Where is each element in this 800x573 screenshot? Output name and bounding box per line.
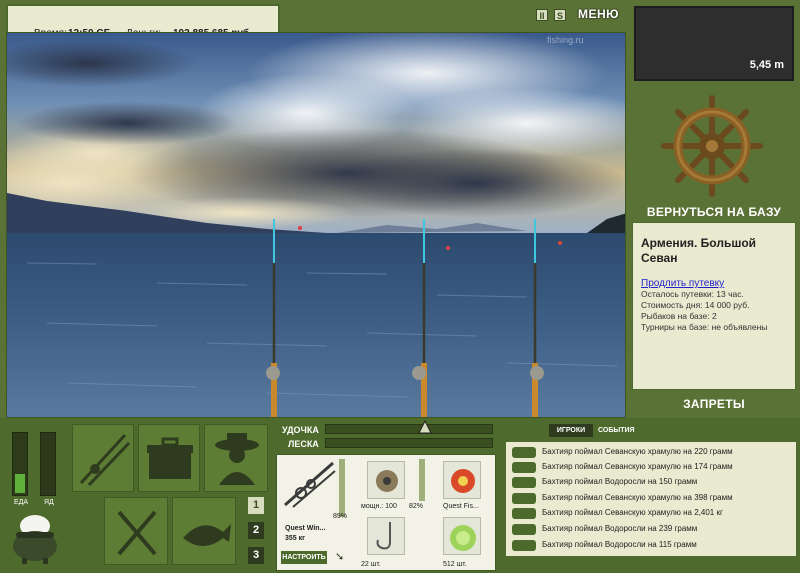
fishing-scene[interactable]: fishing.ru xyxy=(6,32,626,418)
angler-slot[interactable] xyxy=(204,424,268,492)
rod-set-icon xyxy=(79,433,131,487)
watermark: fishing.ru xyxy=(547,35,584,45)
setup-button[interactable]: НАСТРОИТЬ xyxy=(281,551,327,564)
sound-button[interactable]: S xyxy=(554,9,566,21)
lettuce-icon xyxy=(450,525,476,551)
fish-log-icon xyxy=(512,462,536,473)
rod-condition-bar xyxy=(339,459,345,517)
poison-meter xyxy=(40,432,56,496)
rod-percent: 89% xyxy=(333,513,348,520)
tackle-box-slot[interactable] xyxy=(138,424,200,492)
log-entry: Бахтияр поймал Севанскую храмулю на 2,40… xyxy=(510,506,792,521)
log-text: Бахтияр поймал Водоросли на 115 грамм xyxy=(542,540,697,549)
fork-knife-icon xyxy=(117,510,157,556)
bait-count: 512 шт. xyxy=(443,561,467,568)
line-thumb[interactable] xyxy=(443,461,481,499)
rod-reel-icon xyxy=(284,461,336,508)
log-text: Бахтияр поймал Севанскую храмулю на 174 … xyxy=(542,462,733,471)
hook-icon xyxy=(376,522,391,550)
food-level xyxy=(15,474,25,493)
log-entry: Бахтияр поймал Севанскую храмулю на 220 … xyxy=(510,445,792,460)
rod-tension-bar xyxy=(325,424,493,434)
depth-display: 5,45 m xyxy=(634,6,794,81)
location-title: Армения. Большой Севан xyxy=(641,236,757,265)
anglers-count-text: Рыбаков на базе: 2 xyxy=(641,311,717,321)
tab-players[interactable]: ИГРОКИ xyxy=(549,424,593,437)
log-entry: Бахтияр поймал Севанскую храмулю на 398 … xyxy=(510,491,792,506)
return-to-base-button[interactable]: ВЕРНУТЬСЯ НА БАЗУ xyxy=(634,205,794,219)
fish-log-icon xyxy=(512,493,536,504)
setup-arrow-icon: ➘ xyxy=(335,551,345,563)
rod-bar-label: УДОЧКА xyxy=(282,425,319,435)
food-meter xyxy=(12,432,28,496)
bans-button[interactable]: ЗАПРЕТЫ xyxy=(634,397,794,411)
hook-thumb[interactable] xyxy=(367,517,405,555)
tournaments-text: Турниры на базе: не объявлены xyxy=(641,322,768,332)
log-text: Бахтияр поймал Севанскую храмулю на 398 … xyxy=(542,493,733,502)
helm-icon[interactable] xyxy=(660,94,764,198)
log-entry: Бахтияр поймал Водоросли на 115 грамм xyxy=(510,538,792,553)
slot-2-button[interactable]: 2 xyxy=(248,522,264,539)
pause-button[interactable]: II xyxy=(536,9,548,21)
log-entry: Бахтияр поймал Водоросли на 239 грамм xyxy=(510,522,792,537)
poison-label: ЯД xyxy=(44,499,54,506)
reel-thumb[interactable] xyxy=(367,461,405,499)
log-text: Бахтияр поймал Водоросли на 150 грамм xyxy=(542,477,698,486)
fish-log-icon xyxy=(512,508,536,519)
food-label: ЕДА xyxy=(14,499,29,506)
line-name: Quest Fis... xyxy=(443,503,479,510)
float-marker xyxy=(446,246,450,250)
time-left-text: Осталось путевки: 13 час. xyxy=(641,289,744,299)
rod-slot[interactable] xyxy=(72,424,134,492)
tackle-box-icon xyxy=(147,437,193,479)
catch-log: Бахтияр поймал Севанскую храмулю на 220 … xyxy=(506,442,796,556)
depth-value: 5,45 m xyxy=(749,59,784,71)
line-spool-icon xyxy=(451,469,475,493)
slot-1-button[interactable]: 1 xyxy=(248,497,264,514)
location-panel: Армения. Большой Севан Продлить путевку … xyxy=(632,222,796,390)
fish-icon xyxy=(183,524,231,546)
float-marker xyxy=(558,241,562,245)
log-text: Бахтияр поймал Севанскую храмулю на 2,40… xyxy=(542,508,723,517)
food-slot[interactable] xyxy=(104,497,168,565)
tab-events[interactable]: СОБЫТИЯ xyxy=(598,424,635,437)
tackle-panel: 89% Quest Win... 355 кг НАСТРОИТЬ ➘ мощн… xyxy=(276,454,496,571)
rod-weight: 355 кг xyxy=(285,535,306,542)
float-marker xyxy=(298,226,302,230)
line-bar-label: ЛЕСКА xyxy=(288,439,319,449)
hook-count: 22 шт. xyxy=(361,561,381,568)
day-cost-text: Стоимость дня: 14 000 руб. xyxy=(641,300,750,310)
line-tension-bar xyxy=(325,438,493,448)
reel-power: мощн.: 100 xyxy=(361,503,397,510)
fish-log-icon xyxy=(512,447,536,458)
slot-3-button[interactable]: 3 xyxy=(248,547,264,564)
reel-percent: 82% xyxy=(409,503,424,510)
reel-condition-bar xyxy=(419,459,425,501)
fish-log-icon xyxy=(512,540,536,551)
fish-slot[interactable] xyxy=(172,497,236,565)
log-text: Бахтияр поймал Севанскую храмулю на 220 … xyxy=(542,447,733,456)
tension-marker-icon xyxy=(418,420,432,434)
extend-trip-link[interactable]: Продлить путевку xyxy=(641,278,787,289)
menu-button[interactable]: МЕНЮ xyxy=(578,7,619,21)
fish-log-icon xyxy=(512,524,536,535)
rod-name: Quest Win... xyxy=(285,525,326,532)
log-entry: Бахтияр поймал Севанскую храмулю на 174 … xyxy=(510,460,792,475)
angler-icon xyxy=(215,433,259,485)
reel-icon xyxy=(376,470,398,492)
lake-view xyxy=(7,33,625,417)
food-pot-icon[interactable] xyxy=(10,512,60,564)
log-text: Бахтияр поймал Водоросли на 239 грамм xyxy=(542,524,698,533)
log-entry: Бахтияр поймал Водоросли на 150 грамм xyxy=(510,475,792,490)
fish-log-icon xyxy=(512,477,536,488)
bait-thumb[interactable] xyxy=(443,517,481,555)
